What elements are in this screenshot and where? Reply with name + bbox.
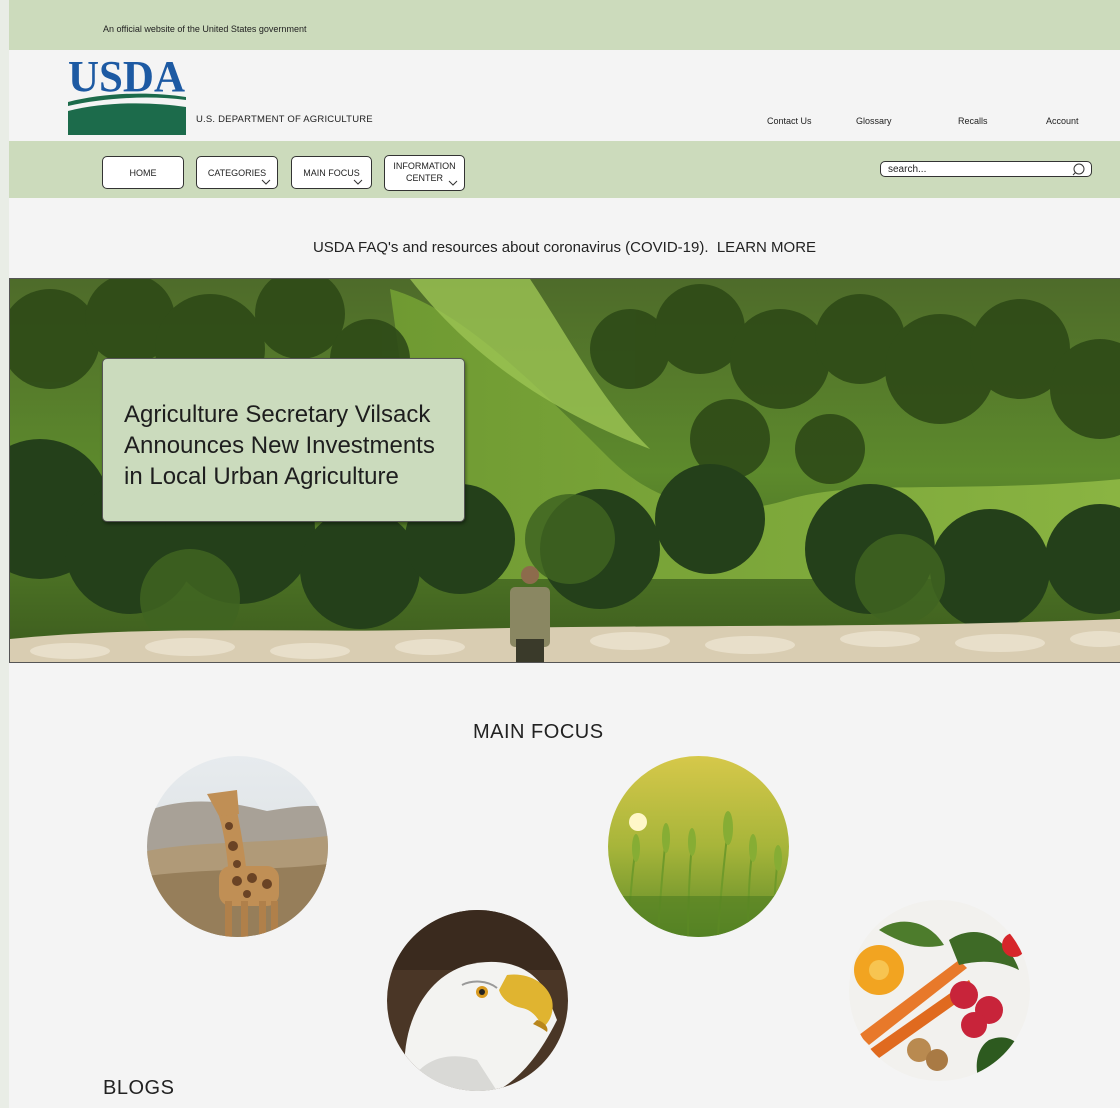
main-focus-eagle-image[interactable]: [387, 910, 568, 1091]
search-box: [880, 161, 1092, 177]
hero-banner: Agriculture Secretary Vilsack Announces …: [9, 278, 1120, 663]
search-input[interactable]: [888, 163, 1068, 175]
page: An official website of the United States…: [9, 0, 1120, 1108]
nav-main-focus-label: MAIN FOCUS: [303, 167, 360, 178]
gov-banner-text: An official website of the United States…: [103, 24, 307, 34]
main-focus-vegetables-image[interactable]: [849, 900, 1030, 1081]
recalls-link[interactable]: Recalls: [958, 116, 988, 126]
blogs-title: BLOGS: [103, 1077, 175, 1099]
contact-us-link[interactable]: Contact Us: [767, 116, 812, 126]
hero-headline: Agriculture Secretary Vilsack Announces …: [124, 401, 435, 490]
nav-categories-button[interactable]: CATEGORIES: [196, 156, 278, 189]
covid-notice: USDA FAQ's and resources about coronavir…: [9, 239, 1120, 256]
main-focus-giraffe-image[interactable]: [147, 756, 328, 937]
chevron-down-icon: [353, 179, 363, 185]
learn-more-link[interactable]: LEARN MORE: [717, 239, 816, 256]
nav-info-label-line2: CENTER: [405, 173, 443, 183]
usda-logo[interactable]: USDA: [68, 55, 186, 135]
hero-headline-card[interactable]: Agriculture Secretary Vilsack Announces …: [102, 358, 465, 522]
chevron-down-icon: [448, 180, 458, 186]
eagle-image: [387, 910, 568, 1091]
nav-home-label: HOME: [129, 167, 157, 178]
nav-categories-label: CATEGORIES: [207, 167, 267, 178]
main-nav: HOME CATEGORIES MAIN FOCUS INFORMATION C…: [9, 141, 1120, 198]
main-focus-title: MAIN FOCUS: [473, 721, 604, 743]
glossary-link[interactable]: Glossary: [856, 116, 892, 126]
department-name: U.S. DEPARTMENT OF AGRICULTURE: [196, 114, 373, 125]
gov-banner: An official website of the United States…: [9, 0, 1120, 50]
nav-information-center-button[interactable]: INFORMATION CENTER: [384, 155, 465, 191]
giraffe-image: [147, 756, 328, 937]
wheat-field-image: [608, 756, 789, 937]
vegetables-image: [849, 900, 1030, 1081]
nav-info-label-line1: INFORMATION: [393, 161, 456, 171]
nav-main-focus-button[interactable]: MAIN FOCUS: [291, 156, 372, 189]
nav-home-button[interactable]: HOME: [102, 156, 184, 189]
main-focus-wheat-image[interactable]: [608, 756, 789, 937]
site-header: USDA U.S. DEPARTMENT OF AGRICULTURE Cont…: [9, 50, 1120, 141]
covid-notice-text: USDA FAQ's and resources about coronavir…: [312, 239, 709, 256]
account-link[interactable]: Account: [1046, 116, 1079, 126]
chevron-down-icon: [261, 179, 271, 185]
search-icon[interactable]: [1072, 163, 1086, 176]
